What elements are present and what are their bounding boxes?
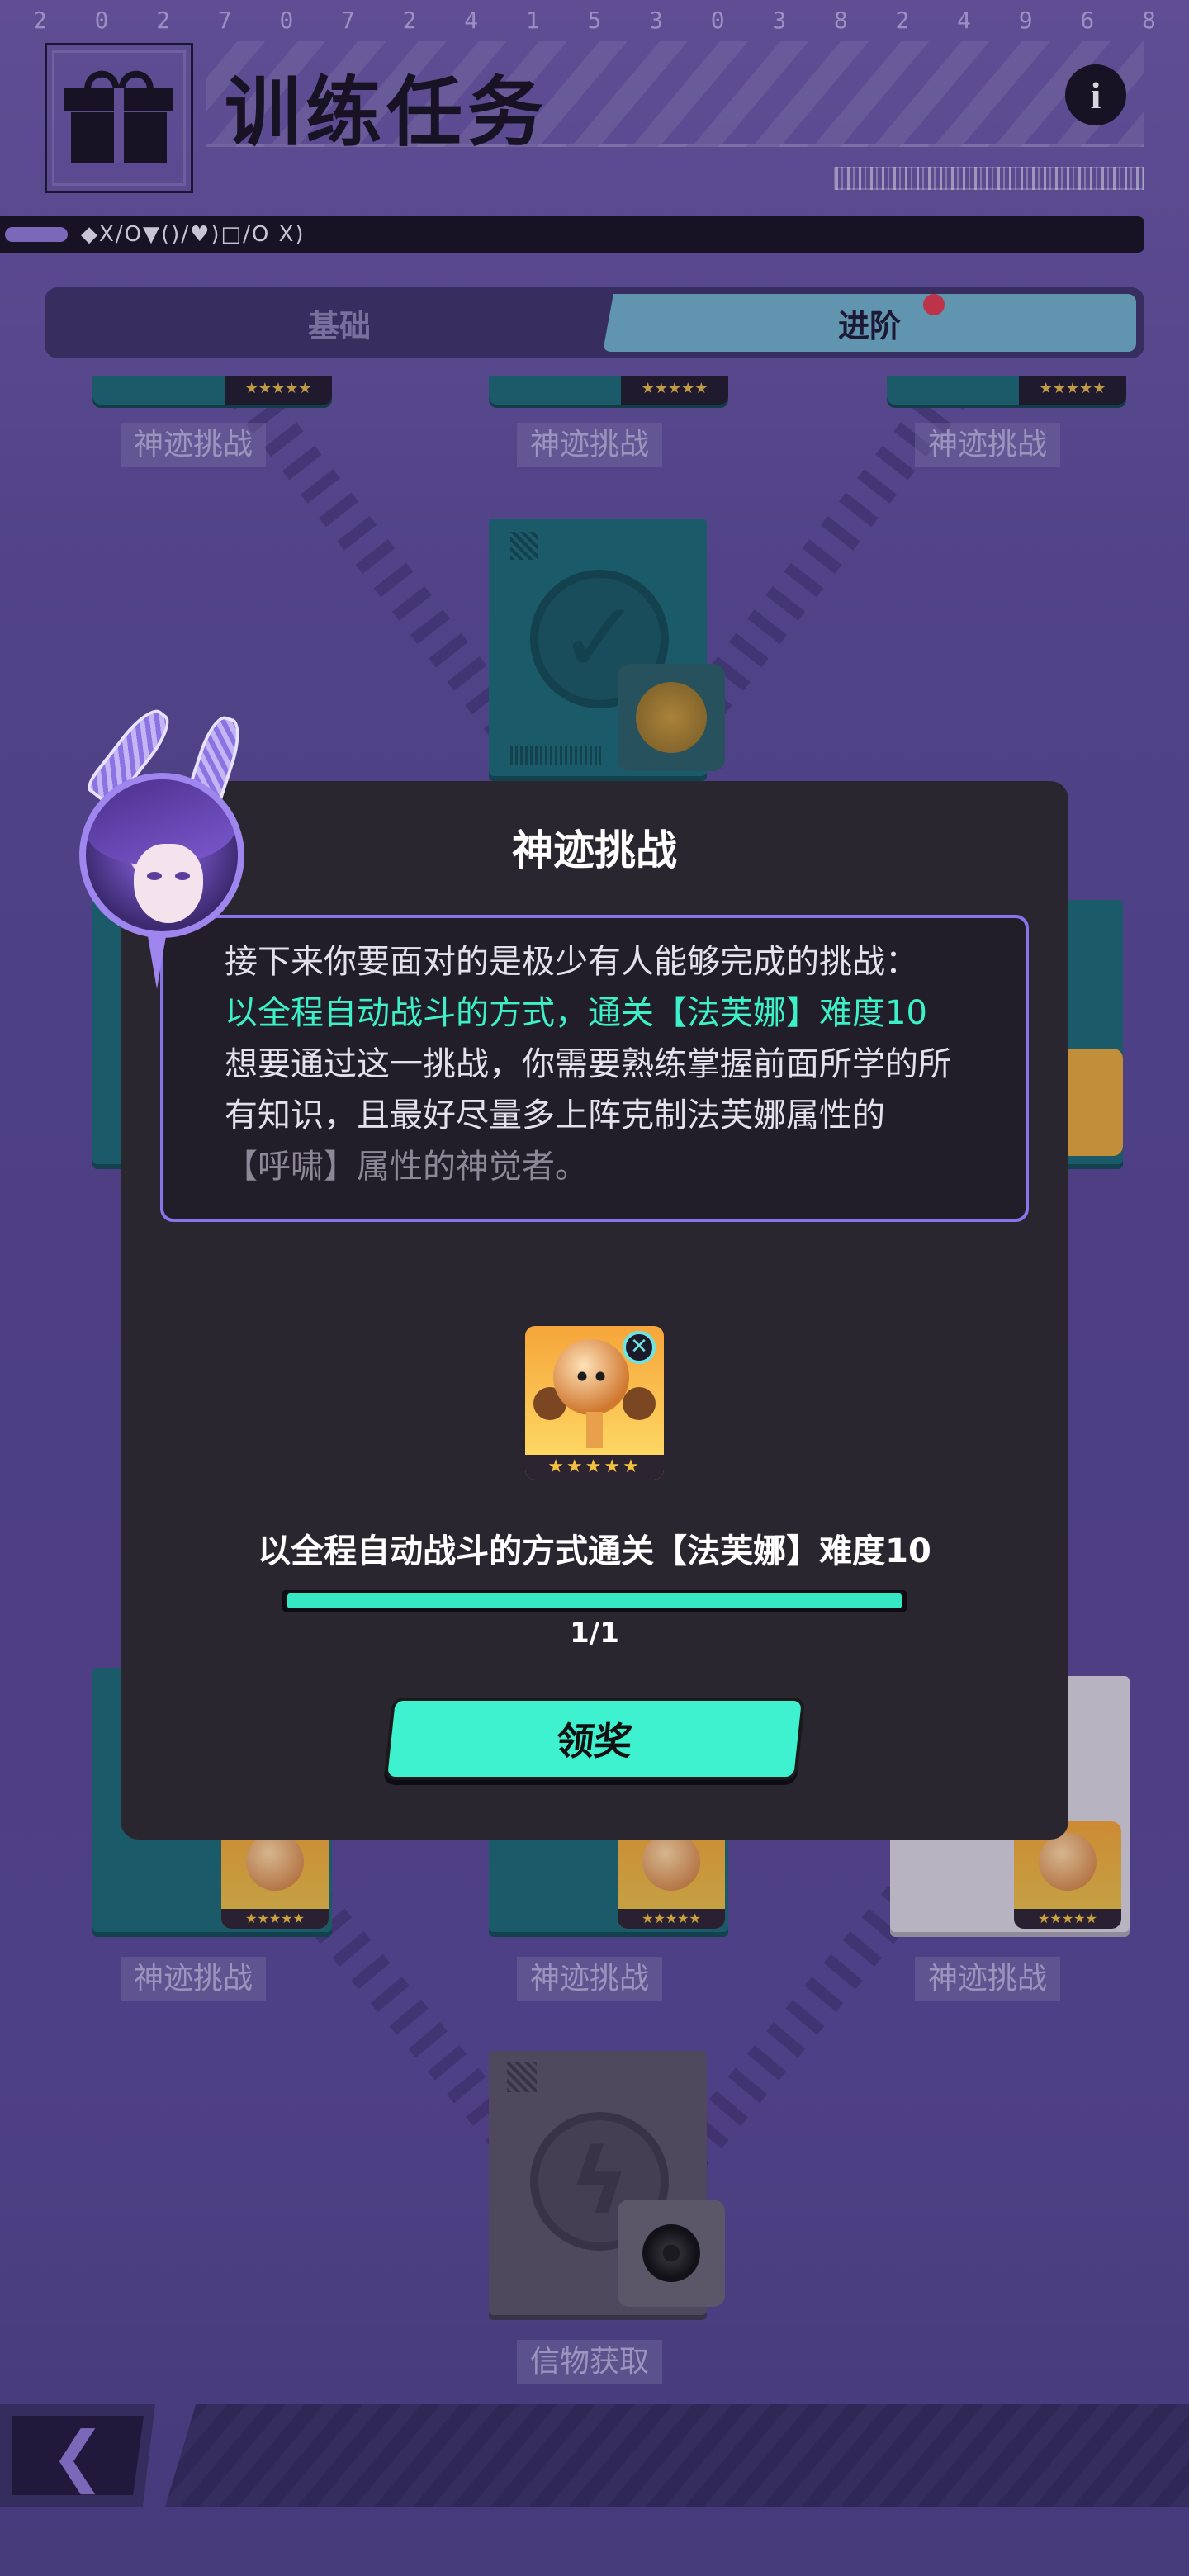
description-line: 【呼啸】属性的神觉者。 [225,1148,588,1186]
description-box: 接下来你要面对的是极少有人能够完成的挑战： 以全程自动战斗的方式，通关【法芙娜】… [160,915,1029,1222]
avatar [79,773,244,938]
attribute-badge-icon: ✕ [623,1331,656,1364]
progress-text: 1/1 [570,1617,619,1650]
reward-item[interactable]: ✕ ★★★★★ [525,1326,664,1480]
progress-fill [287,1593,902,1608]
task-description: 以全程自动战斗的方式通关【法芙娜】难度10 [258,1532,931,1570]
claim-reward-button[interactable]: 领奖 [383,1698,806,1780]
description-highlight: 以全程自动战斗的方式，通关【法芙娜】难度10 [225,994,927,1032]
challenge-dialog: 神迹挑战 接下来你要面对的是极少有人能够完成的挑战： 以全程自动战斗的方式，通关… [121,781,1068,1840]
reward-stars: ★★★★★ [525,1455,664,1480]
description-line: 接下来你要面对的是极少有人能够完成的挑战： [225,943,918,981]
description-line: 想要通过这一挑战，你需要熟练掌握前面所学的所有知识，且最好尽量多上阵克制法芙娜属… [225,1045,951,1134]
dialog-title: 神迹挑战 [512,826,677,874]
progress-bar [282,1590,907,1612]
